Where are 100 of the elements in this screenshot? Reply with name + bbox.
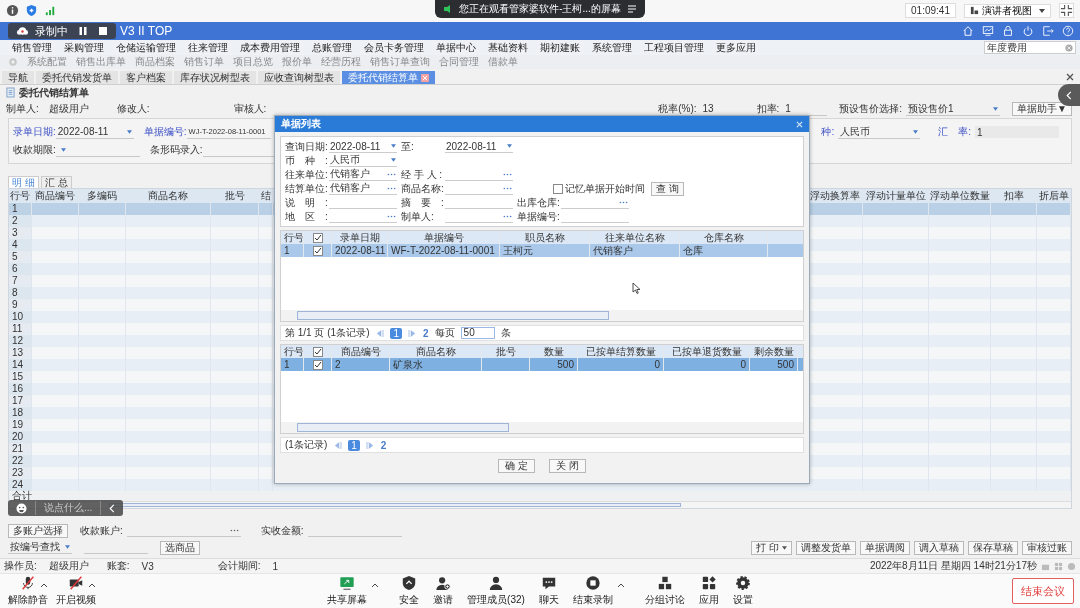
table-row[interactable]: 1 2 矿泉水 500 0 0 500 (281, 358, 803, 371)
tab[interactable]: 导航 (2, 71, 34, 84)
close-icon[interactable] (421, 73, 429, 82)
chat-input[interactable]: 说点什么... (8, 500, 124, 516)
table-row[interactable] (807, 383, 1071, 395)
table-row[interactable] (807, 335, 1071, 347)
help-icon[interactable] (1067, 561, 1076, 571)
table-row[interactable]: 2 (9, 215, 273, 227)
table-row[interactable]: 22 (9, 455, 273, 467)
scrollbar-thumb[interactable] (297, 423, 509, 432)
exchange-rate-field[interactable]: 1 (975, 126, 1059, 138)
ellipsis-icon[interactable] (503, 172, 512, 176)
menu-item[interactable]: 单据中心 (436, 40, 476, 55)
table-row[interactable] (807, 251, 1071, 263)
price-select[interactable]: 预设售价1 (906, 102, 1001, 116)
menu-item[interactable]: 往来管理 (188, 40, 228, 55)
tab[interactable]: 明 细 (8, 176, 39, 188)
menu-item[interactable]: 会员卡务管理 (364, 40, 424, 55)
home-icon[interactable] (962, 25, 974, 37)
table-row[interactable]: 20 (9, 431, 273, 443)
close-icon[interactable] (1066, 72, 1074, 81)
action-button[interactable]: 单据调阅 (860, 540, 910, 555)
table-row[interactable]: 11 (9, 323, 273, 335)
menu-item[interactable]: 期初建账 (540, 40, 580, 55)
caret-icon[interactable] (371, 582, 380, 588)
info-icon[interactable] (6, 4, 19, 17)
table-row[interactable] (807, 431, 1071, 443)
date-field[interactable]: 2022-08-11 (55, 125, 134, 139)
table-row[interactable]: 1 (9, 203, 273, 215)
speaker-view-button[interactable]: 演讲者视图 (964, 3, 1051, 18)
ellipsis-icon[interactable] (387, 186, 396, 190)
menu-item[interactable]: 更多应用 (716, 40, 756, 55)
table-row[interactable] (807, 371, 1071, 383)
chevron-left-icon[interactable] (109, 503, 116, 513)
menu-item[interactable]: 系统管理 (592, 40, 632, 55)
toolbar-button[interactable]: 解除静音 (8, 575, 48, 607)
action-button[interactable]: 保存草稿 (968, 540, 1018, 555)
ellipsis-icon[interactable] (503, 214, 512, 218)
smiley-icon[interactable] (16, 502, 27, 514)
end-meeting-button[interactable]: 结束会议 (1012, 578, 1074, 604)
table-row[interactable]: 10 (9, 311, 273, 323)
toolbar-button[interactable]: 设置 (732, 575, 753, 607)
table-row[interactable] (807, 239, 1071, 251)
search-mode-select[interactable]: 按编号查找 (8, 541, 72, 554)
select-product-button[interactable]: 选商品 (160, 540, 200, 555)
per-page-field[interactable]: 50 (460, 327, 495, 339)
help-icon[interactable] (1062, 25, 1074, 37)
table-row[interactable]: 21 (9, 443, 273, 455)
table-row[interactable] (807, 311, 1071, 323)
table-row[interactable] (807, 359, 1071, 371)
print-button[interactable]: 打 印 (751, 540, 792, 555)
toolbar-button[interactable]: 邀请 (433, 575, 454, 607)
exit-fullscreen-icon[interactable] (1059, 3, 1074, 18)
tab[interactable]: 库存状况树型表 (174, 71, 256, 84)
table-row[interactable]: 8 (9, 287, 273, 299)
filter-field[interactable]: 代销客户 (329, 182, 397, 195)
search-field[interactable]: 年度费用 (984, 41, 1076, 54)
toolbar-button[interactable]: 分组讨论 (644, 575, 685, 607)
grid-icon[interactable] (1054, 561, 1063, 571)
previous-page-icon[interactable] (375, 329, 385, 337)
menu-item[interactable]: 基础资料 (488, 40, 528, 55)
table-row[interactable]: 4 (9, 239, 273, 251)
row-checkbox[interactable] (312, 359, 323, 370)
table-row[interactable]: 1 2022-08-11 WF-T-2022-08-11-0001 王柯元 代销客户 仓库 (281, 244, 803, 257)
logout-icon[interactable] (1042, 25, 1054, 37)
lock-icon[interactable] (1002, 25, 1014, 37)
table-row[interactable] (807, 455, 1071, 467)
table-row[interactable]: 16 (9, 383, 273, 395)
table-row[interactable] (807, 215, 1071, 227)
multi-account-button[interactable]: 多账户选择 (8, 523, 68, 538)
table-row[interactable]: 23 (9, 467, 273, 479)
confirm-button[interactable]: 确 定 (498, 459, 535, 473)
table-row[interactable] (807, 263, 1071, 275)
toolbar-button[interactable]: 开启视频 (56, 575, 96, 607)
table-row[interactable] (807, 407, 1071, 419)
table-row[interactable] (807, 299, 1071, 311)
query-button[interactable]: 查 询 (651, 181, 684, 196)
menu-item[interactable]: 销售管理 (12, 40, 52, 55)
clear-icon[interactable] (1065, 43, 1073, 52)
previous-page-icon[interactable] (333, 441, 343, 449)
table-row[interactable]: 7 (9, 275, 273, 287)
chart-icon[interactable] (982, 25, 994, 37)
remember-checkbox[interactable]: 记忆单据开始时间 (553, 181, 645, 196)
caret-icon[interactable] (616, 582, 625, 588)
caret-icon[interactable] (88, 582, 96, 588)
table-row[interactable]: 9 (9, 299, 273, 311)
filter-field[interactable]: 代销客户 (329, 168, 397, 181)
ellipsis-icon[interactable] (503, 186, 512, 190)
action-button[interactable]: 审核过账 (1022, 540, 1072, 555)
signal-icon[interactable] (44, 4, 57, 17)
collapse-button[interactable] (1058, 84, 1080, 106)
table-row[interactable]: 15 (9, 371, 273, 383)
menu-item[interactable]: 总账管理 (312, 40, 352, 55)
refresh-button[interactable]: 2 (380, 439, 387, 451)
toolbar-button[interactable]: 结束录制 (572, 575, 613, 607)
table-row[interactable] (807, 287, 1071, 299)
menu-item[interactable]: 采购管理 (64, 40, 104, 55)
menu-item[interactable]: 成本费用管理 (240, 40, 300, 55)
toolbar-button[interactable]: 管理成员(32) (467, 575, 525, 607)
table-row[interactable]: 18 (9, 407, 273, 419)
